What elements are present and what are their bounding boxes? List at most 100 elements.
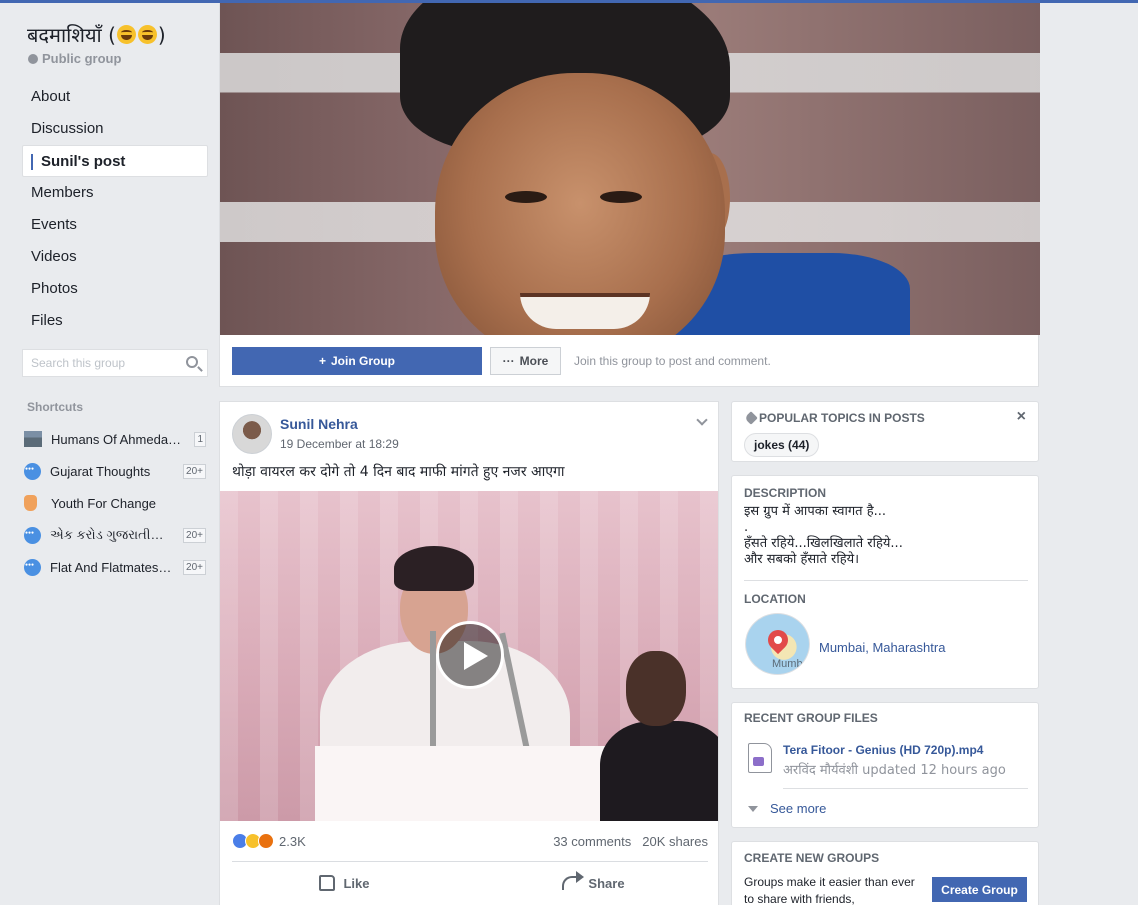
reaction-count[interactable]: 2.3K bbox=[279, 834, 306, 849]
tag-icon bbox=[744, 411, 758, 425]
more-label: More bbox=[519, 354, 549, 368]
post-card: Sunil Nehra 19 December at 18:29 थोड़ा व… bbox=[219, 401, 719, 905]
shortcut-item[interactable]: Flat And Flatmates… 20+ bbox=[24, 551, 206, 583]
file-name-link[interactable]: Tera Fitoor - Genius (HD 720p).mp4 bbox=[783, 743, 983, 757]
join-hint: Join this group to post and comment. bbox=[574, 354, 771, 368]
post-stats: 2.3K 33 comments 20K shares bbox=[232, 830, 708, 852]
thumbs-up-icon bbox=[319, 875, 336, 891]
play-icon[interactable] bbox=[436, 621, 504, 689]
create-group-button[interactable]: Create Group bbox=[932, 877, 1027, 902]
divider bbox=[744, 580, 1028, 581]
shortcut-item[interactable]: Gujarat Thoughts 20+ bbox=[24, 455, 206, 487]
video-file-icon bbox=[748, 743, 772, 773]
description-line: हँसते रहिये...खिलखिलाते रहिये... bbox=[744, 536, 903, 551]
file-meta: अरविंद मौर्यवंशी updated 12 hours ago bbox=[783, 763, 1006, 778]
popular-topics-title: POPULAR TOPICS IN POSTS bbox=[759, 411, 925, 425]
share-arrow-icon bbox=[562, 871, 585, 890]
description-text: इस ग्रुप में आपका स्वागत है... . हँसते र… bbox=[744, 504, 903, 568]
cover-photo[interactable] bbox=[220, 3, 1040, 335]
recent-files-card: RECENT GROUP FILES Tera Fitoor - Genius … bbox=[731, 702, 1039, 828]
map-label: Mumb bbox=[772, 658, 803, 670]
group-search bbox=[22, 349, 208, 377]
cover-card: + Join Group ··· More Join this group to p… bbox=[219, 3, 1040, 387]
join-group-button[interactable]: + Join Group bbox=[232, 347, 482, 375]
location-map[interactable]: Mumb bbox=[745, 613, 810, 675]
see-more-label: See more bbox=[770, 801, 827, 816]
more-button[interactable]: ··· More bbox=[490, 347, 561, 375]
shortcut-item[interactable]: Youth For Change bbox=[24, 487, 206, 519]
group-icon bbox=[24, 558, 41, 576]
shortcut-label: Gujarat Thoughts bbox=[50, 463, 151, 479]
post-timestamp[interactable]: 19 December at 18:29 bbox=[280, 437, 399, 451]
shortcut-badge: 1 bbox=[194, 431, 206, 447]
map-pin-icon bbox=[763, 625, 793, 655]
description-line: . bbox=[744, 520, 749, 535]
nav-item-videos[interactable]: Videos bbox=[22, 241, 208, 273]
divider bbox=[232, 861, 708, 862]
search-input[interactable] bbox=[23, 350, 173, 376]
recent-files-title: RECENT GROUP FILES bbox=[744, 711, 878, 725]
comments-count[interactable]: 33 comments bbox=[553, 834, 631, 849]
description-line: इस ग्रुप में आपका स्वागत है... bbox=[744, 504, 887, 519]
topic-pill[interactable]: jokes (44) bbox=[744, 433, 820, 457]
shortcut-badge: 20+ bbox=[183, 527, 206, 543]
join-group-label: Join Group bbox=[331, 354, 395, 368]
group-nav: About Discussion Sunil's post Members Ev… bbox=[22, 81, 208, 337]
see-more-link[interactable]: See more bbox=[748, 801, 826, 816]
ellipsis-icon: ··· bbox=[502, 354, 515, 368]
location-link[interactable]: Mumbai, Maharashtra bbox=[819, 640, 945, 655]
shortcut-label: એક કરોડ ગુજરાતીઓનું F… bbox=[50, 527, 179, 542]
create-group-card: CREATE NEW GROUPS Groups make it easier … bbox=[731, 841, 1039, 905]
share-label: Share bbox=[588, 875, 625, 891]
plus-icon: + bbox=[318, 354, 326, 368]
group-thumbnail-icon bbox=[24, 431, 42, 447]
raised-fist-icon bbox=[24, 495, 37, 511]
location-title: LOCATION bbox=[744, 592, 806, 606]
avatar[interactable] bbox=[232, 414, 272, 454]
cover-actions: + Join Group ··· More Join this group to p… bbox=[232, 347, 771, 375]
post-author[interactable]: Sunil Nehra bbox=[280, 416, 358, 432]
nav-item-members[interactable]: Members bbox=[22, 177, 208, 209]
like-button[interactable]: Like bbox=[220, 867, 469, 899]
shortcut-badge: 20+ bbox=[183, 463, 206, 479]
nav-item-discussion[interactable]: Discussion bbox=[22, 113, 208, 145]
cover-eye bbox=[505, 191, 547, 203]
video-podium bbox=[315, 746, 615, 821]
group-icon bbox=[24, 462, 41, 480]
close-icon[interactable]: × bbox=[1017, 408, 1026, 426]
group-icon bbox=[24, 526, 41, 544]
shortcut-item[interactable]: Humans Of Ahmeda… 1 bbox=[24, 423, 206, 455]
create-group-text: Groups make it easier than ever to share… bbox=[744, 875, 915, 905]
globe-icon bbox=[28, 53, 38, 64]
nav-item-about[interactable]: About bbox=[22, 81, 208, 113]
post-text: थोड़ा वायरल कर दोगे तो 4 दिन बाद माफी मा… bbox=[232, 464, 565, 480]
search-icon[interactable] bbox=[186, 356, 198, 368]
shortcut-badge: 20+ bbox=[183, 559, 206, 575]
like-label: Like bbox=[343, 875, 370, 891]
chevron-down-icon[interactable] bbox=[696, 414, 708, 426]
shortcut-label: Humans Of Ahmeda… bbox=[51, 431, 182, 447]
about-card: DESCRIPTION इस ग्रुप में आपका स्वागत है.… bbox=[731, 475, 1039, 689]
nav-item-sunils-post[interactable]: Sunil's post bbox=[22, 145, 208, 177]
video-speaker-hair bbox=[394, 546, 474, 591]
laughing-emoji-icon bbox=[137, 25, 157, 44]
shortcut-label: Flat And Flatmates… bbox=[50, 559, 172, 575]
description-title: DESCRIPTION bbox=[744, 486, 827, 500]
angry-reaction-icon[interactable] bbox=[258, 833, 274, 849]
shortcut-label: Youth For Change bbox=[51, 495, 157, 511]
nav-item-events[interactable]: Events bbox=[22, 209, 208, 241]
share-button[interactable]: Share bbox=[469, 867, 718, 899]
divider bbox=[783, 788, 1028, 789]
shortcut-item[interactable]: એક કરોડ ગુજરાતીઓનું F… 20+ bbox=[24, 519, 206, 551]
nav-item-photos[interactable]: Photos bbox=[22, 273, 208, 305]
chevron-down-icon bbox=[748, 805, 758, 812]
post-video[interactable] bbox=[220, 491, 718, 821]
group-privacy: Public group bbox=[28, 51, 121, 66]
nav-item-files[interactable]: Files bbox=[22, 305, 208, 337]
left-column: बदमाशियाँ () Public group About Discussi… bbox=[0, 3, 219, 905]
shortcuts-list: Humans Of Ahmeda… 1 Gujarat Thoughts 20+… bbox=[24, 423, 206, 583]
popular-topics-card: POPULAR TOPICS IN POSTS × jokes (44) bbox=[731, 401, 1039, 462]
shares-count[interactable]: 20K shares bbox=[642, 834, 708, 849]
group-name[interactable]: बदमाशियाँ () bbox=[27, 21, 166, 48]
cover-smile bbox=[520, 293, 650, 329]
